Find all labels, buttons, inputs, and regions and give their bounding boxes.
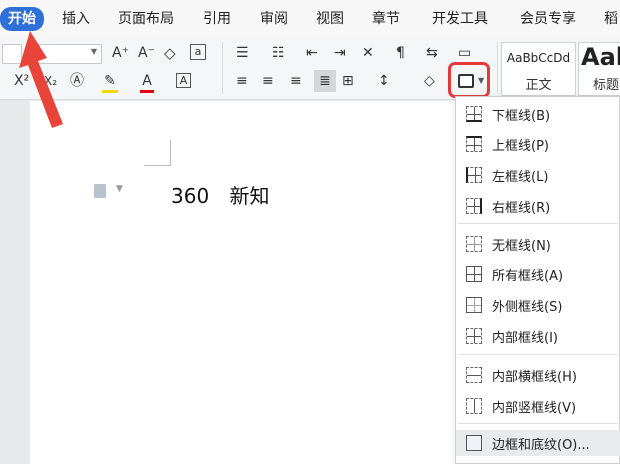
top-border-icon [466,136,482,152]
chevron-down-icon[interactable]: ▼ [478,76,484,85]
justify-icon[interactable]: ≣ [314,70,336,92]
document-word: 新知 [229,184,270,208]
menu-divider [458,223,618,224]
chinese-layout-icon[interactable]: ✕ [362,44,374,62]
increase-indent-icon[interactable]: ⇥ [334,44,346,62]
decrease-indent-icon[interactable]: ⇤ [306,44,318,62]
menu-item-all-borders[interactable]: 所有框线(A) [456,261,620,287]
style-normal[interactable]: AaBbCcDd 正文 [501,42,576,96]
align-right-icon[interactable]: ≡ [290,72,302,90]
menu-item-left-border[interactable]: 左框线(L) [456,162,620,188]
tab-home[interactable]: 开始 [0,7,44,31]
menu-divider [458,354,618,355]
ruler-icon[interactable]: ▭ [458,44,471,62]
right-border-icon [466,198,482,214]
tab-more[interactable]: 稻 [604,8,618,30]
chevron-down-icon: ▼ [90,47,97,56]
grow-font-button[interactable]: A⁺ [112,44,129,62]
subscript-button[interactable]: X₂ [44,72,57,90]
font-name-dropdown[interactable]: ▼ [28,44,102,64]
menu-tab-bar: 开始 插入 页面布局 引用 审阅 视图 章节 开发工具 会员专享 稻 [0,0,620,38]
all-borders-icon [466,266,482,282]
font-size-dropdown[interactable] [2,44,22,64]
align-center-icon[interactable]: ≡ [262,72,274,90]
tab-page-layout[interactable]: 页面布局 [118,8,174,30]
tab-insert[interactable]: 插入 [62,8,90,30]
align-left-icon[interactable]: ≡ [236,72,248,90]
shading-icon[interactable]: ◇ [424,72,435,90]
clear-format-icon[interactable]: ◇ [164,44,176,62]
paragraph-handle-icon[interactable] [94,184,106,198]
menu-item-inside-vertical-border[interactable]: 内部竖框线(V) [456,393,620,419]
menu-item-top-border[interactable]: 上框线(P) [456,131,620,157]
bottom-border-icon [466,106,482,122]
inside-horizontal-border-icon [466,367,482,383]
menu-item-right-border[interactable]: 右框线(R) [456,193,620,219]
menu-item-inside-borders[interactable]: 内部框线(I) [456,323,620,349]
border-icon[interactable] [458,74,474,88]
no-border-icon [466,236,482,252]
chevron-down-icon[interactable]: ▼ [116,184,123,194]
font-color-button[interactable]: A [140,72,154,93]
phonetic-guide-icon[interactable]: a [190,44,206,60]
bullet-list-icon[interactable]: ☰ [236,44,249,62]
show-marks-icon[interactable]: ¶ [396,44,405,62]
tab-view[interactable]: 视图 [316,8,344,30]
document-number: 360 [171,184,210,208]
ribbon-separator [497,42,498,94]
borders-and-shading-icon [466,435,482,451]
document-line[interactable]: 360 新知 [171,180,270,209]
highlight-icon[interactable]: ✎ [102,72,118,93]
line-spacing-icon[interactable]: ↕ [378,72,390,90]
tab-member[interactable]: 会员专享 [520,8,576,30]
tab-developer[interactable]: 开发工具 [432,8,488,30]
style-heading[interactable]: Aal 标题 [578,42,620,96]
border-dropdown-menu: 下框线(B) 上框线(P) 左框线(L) 右框线(R) 无框线(N) 所有框线(… [455,96,620,464]
superscript-button[interactable]: X² [14,72,29,90]
text-effect-icon[interactable]: Ⓐ [70,72,84,90]
inside-borders-icon [466,328,482,344]
tab-review[interactable]: 审阅 [260,8,288,30]
inside-vertical-border-icon [466,398,482,414]
outside-borders-icon [466,297,482,313]
left-border-icon [466,167,482,183]
tab-chapter[interactable]: 章节 [372,8,400,30]
menu-item-no-border[interactable]: 无框线(N) [456,231,620,257]
margin-corner-mark [144,165,171,166]
menu-item-outside-borders[interactable]: 外侧框线(S) [456,292,620,318]
tab-references[interactable]: 引用 [203,8,231,30]
menu-item-inside-horizontal-border[interactable]: 内部横框线(H) [456,362,620,388]
char-border-button[interactable]: A [176,73,191,88]
ribbon-separator [222,42,223,94]
margin-corner-mark [170,140,171,166]
menu-divider [458,423,618,424]
menu-item-bottom-border[interactable]: 下框线(B) [456,101,620,127]
numbered-list-icon[interactable]: ☷ [272,44,285,62]
menu-item-borders-and-shading[interactable]: 边框和底纹(O)... [456,430,620,456]
shrink-font-button[interactable]: A⁻ [138,44,155,62]
sort-icon[interactable]: ⇆ [426,44,438,62]
distributed-align-icon[interactable]: ⊞ [342,72,354,90]
